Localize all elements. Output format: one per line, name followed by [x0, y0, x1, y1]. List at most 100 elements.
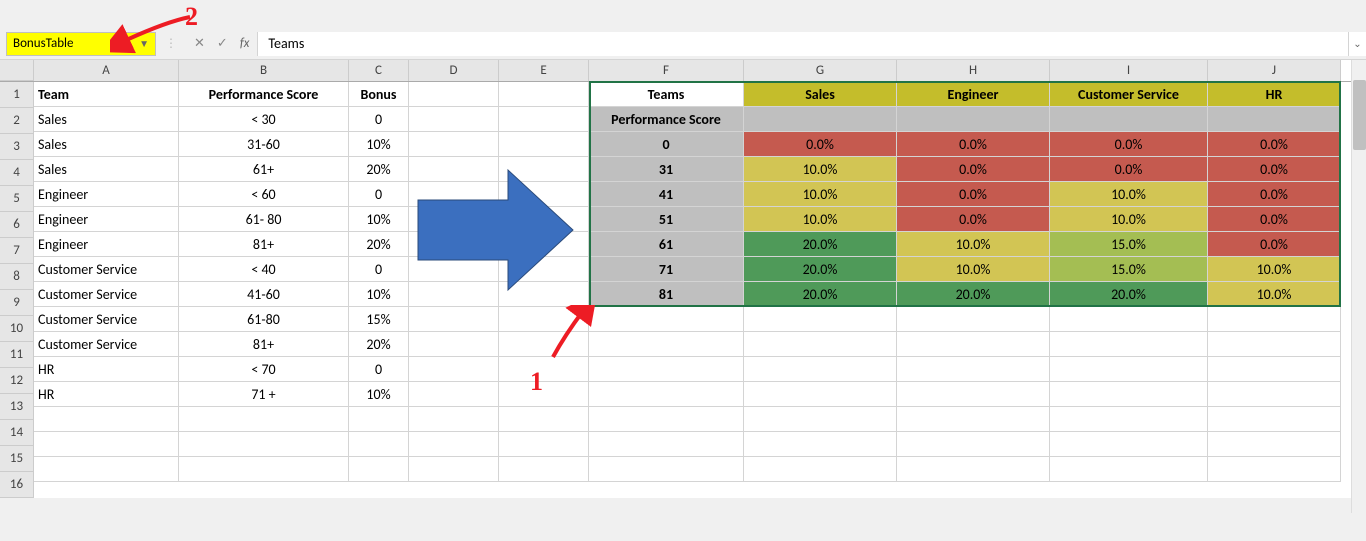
cell[interactable]: [349, 432, 409, 456]
cell[interactable]: 15%: [349, 307, 409, 331]
cell[interactable]: [499, 357, 589, 381]
cell[interactable]: < 30: [179, 107, 349, 131]
cell[interactable]: 10%: [349, 282, 409, 306]
select-all-corner[interactable]: [0, 60, 34, 81]
cell[interactable]: Sales: [744, 82, 897, 106]
cell[interactable]: 20%: [349, 332, 409, 356]
cell[interactable]: [499, 332, 589, 356]
cell[interactable]: [34, 407, 179, 431]
cell[interactable]: 10%: [349, 382, 409, 406]
cell[interactable]: 0.0%: [744, 132, 897, 156]
cell[interactable]: Bonus: [349, 82, 409, 106]
row-header[interactable]: 7: [0, 238, 34, 264]
cell[interactable]: [744, 107, 897, 131]
cell[interactable]: [499, 257, 589, 281]
cell[interactable]: [409, 357, 499, 381]
cell[interactable]: 20.0%: [744, 282, 897, 306]
cell[interactable]: < 60: [179, 182, 349, 206]
row-header[interactable]: 14: [0, 420, 34, 446]
cell[interactable]: [1208, 307, 1341, 331]
cell[interactable]: [179, 457, 349, 481]
cell[interactable]: [1050, 107, 1208, 131]
cell[interactable]: [744, 432, 897, 456]
cell[interactable]: [1208, 357, 1341, 381]
cell[interactable]: [409, 82, 499, 106]
chevron-down-icon[interactable]: ▼: [139, 37, 149, 50]
scrollbar-thumb[interactable]: [1353, 80, 1366, 150]
cell[interactable]: [499, 232, 589, 256]
cell[interactable]: Sales: [34, 157, 179, 181]
cell[interactable]: [897, 307, 1050, 331]
cell[interactable]: [744, 382, 897, 406]
cell[interactable]: [499, 207, 589, 231]
cell[interactable]: 61- 80: [179, 207, 349, 231]
cell[interactable]: [409, 207, 499, 231]
cell[interactable]: [34, 457, 179, 481]
cell[interactable]: Engineer: [34, 207, 179, 231]
cell[interactable]: [744, 407, 897, 431]
cell[interactable]: 10.0%: [897, 232, 1050, 256]
cell[interactable]: [1208, 432, 1341, 456]
cell[interactable]: 31: [589, 157, 744, 181]
cell[interactable]: [589, 307, 744, 331]
cell[interactable]: 0: [589, 132, 744, 156]
cell[interactable]: [409, 407, 499, 431]
cell[interactable]: 0: [349, 182, 409, 206]
row-header[interactable]: 15: [0, 446, 34, 472]
cell[interactable]: Engineer: [34, 232, 179, 256]
cell[interactable]: [499, 382, 589, 406]
cell[interactable]: 20%: [349, 232, 409, 256]
cell[interactable]: 0.0%: [1050, 132, 1208, 156]
cell[interactable]: [744, 332, 897, 356]
cell[interactable]: [179, 407, 349, 431]
cell[interactable]: [409, 157, 499, 181]
cell[interactable]: [499, 457, 589, 481]
cell[interactable]: 81: [589, 282, 744, 306]
cell[interactable]: [1208, 457, 1341, 481]
cell[interactable]: Customer Service: [34, 307, 179, 331]
cell[interactable]: Customer Service: [34, 332, 179, 356]
cell[interactable]: 20.0%: [1050, 282, 1208, 306]
col-header[interactable]: I: [1050, 60, 1208, 81]
row-header[interactable]: 1: [0, 82, 34, 108]
cell[interactable]: 10.0%: [744, 157, 897, 181]
cell[interactable]: 51: [589, 207, 744, 231]
cell[interactable]: [589, 332, 744, 356]
cell[interactable]: Sales: [34, 132, 179, 156]
row-header[interactable]: 11: [0, 342, 34, 368]
cell[interactable]: [744, 457, 897, 481]
cell[interactable]: 10.0%: [1050, 207, 1208, 231]
cell[interactable]: 10%: [349, 132, 409, 156]
cell[interactable]: [1208, 332, 1341, 356]
cell[interactable]: 0: [349, 107, 409, 131]
row-header[interactable]: 4: [0, 160, 34, 186]
cell[interactable]: 71 +: [179, 382, 349, 406]
cell[interactable]: 10.0%: [897, 257, 1050, 281]
cell[interactable]: Engineer: [34, 182, 179, 206]
cell[interactable]: [499, 82, 589, 106]
cell[interactable]: [1050, 357, 1208, 381]
cell[interactable]: [499, 407, 589, 431]
cell[interactable]: [897, 107, 1050, 131]
cell[interactable]: [589, 457, 744, 481]
cell[interactable]: 15.0%: [1050, 257, 1208, 281]
cell[interactable]: [409, 257, 499, 281]
cell[interactable]: [1208, 407, 1341, 431]
cell[interactable]: [1208, 382, 1341, 406]
cell[interactable]: [744, 307, 897, 331]
formula-bar[interactable]: Teams: [257, 32, 1348, 56]
row-header[interactable]: 5: [0, 186, 34, 212]
cell[interactable]: [897, 332, 1050, 356]
cell[interactable]: [409, 107, 499, 131]
cell[interactable]: Customer Service: [34, 282, 179, 306]
cell[interactable]: 41: [589, 182, 744, 206]
cell[interactable]: HR: [34, 382, 179, 406]
cell[interactable]: [409, 382, 499, 406]
cell[interactable]: [589, 407, 744, 431]
row-header[interactable]: 10: [0, 316, 34, 342]
row-header[interactable]: 9: [0, 290, 34, 316]
cell[interactable]: 0.0%: [1208, 132, 1341, 156]
row-header[interactable]: 2: [0, 108, 34, 134]
row-header[interactable]: 16: [0, 472, 34, 498]
cell[interactable]: [349, 457, 409, 481]
